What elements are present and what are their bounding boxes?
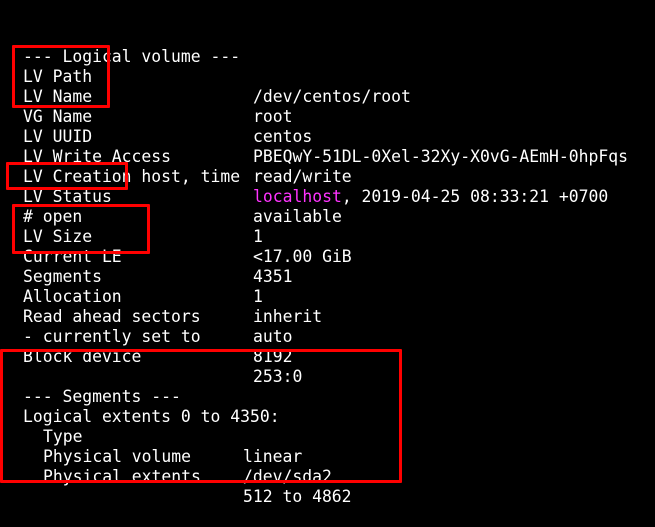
lv-row-value: 4351 xyxy=(253,267,293,286)
lv-row-value: auto xyxy=(253,327,293,346)
lv-section-header: --- Logical volume --- xyxy=(0,27,240,66)
lv-row-block-device: Block device 253:0 xyxy=(0,327,302,386)
lv-row-key: - currently set to xyxy=(23,327,201,346)
highlight-box-lv-path-name xyxy=(12,45,110,108)
lv-row-value: 1 xyxy=(253,227,263,246)
lv-row-currently-set-to: - currently set to 8192 xyxy=(0,307,292,366)
terminal-window[interactable]: --- Logical volume --- LV Path /dev/cent… xyxy=(0,0,655,506)
lv-row-key: Read ahead sectors xyxy=(23,307,201,326)
segment-row-value: 512 to 4862 xyxy=(243,487,352,506)
lv-row-value: /dev/centos/root xyxy=(253,87,411,106)
lv-row-value: inherit xyxy=(253,307,323,326)
lv-row-value: available xyxy=(253,207,342,226)
hostname-text: localhost xyxy=(253,187,342,206)
lv-row-allocation: Allocation inherit xyxy=(0,267,322,326)
lv-row-value: root xyxy=(253,107,293,126)
lv-row-lv-uuid: LV UUID PBEQwY-51DL-0Xel-32Xy-X0vG-AEmH-… xyxy=(0,107,628,166)
lv-row-value: 1 xyxy=(253,287,263,306)
highlight-box-segments xyxy=(0,349,402,483)
highlight-box-lv-size xyxy=(12,204,150,254)
lv-row-value: <17.00 GiB xyxy=(253,247,352,266)
creation-time-text: , 2019-04-25 08:33:21 +0700 xyxy=(341,187,609,206)
lv-row-read-ahead-sectors: Read ahead sectors auto xyxy=(0,287,292,346)
lv-row-value: localhost, 2019-04-25 08:33:21 +0700 xyxy=(253,187,608,207)
highlight-box-lv-status xyxy=(6,162,128,190)
lv-row-value: PBEQwY-51DL-0Xel-32Xy-X0vG-AEmH-0hpFqs xyxy=(253,147,628,166)
lv-row-lv-write-access: LV Write Access read/write xyxy=(0,127,352,186)
lv-row-value: read/write xyxy=(253,167,352,186)
lv-row-value: centos xyxy=(253,127,313,146)
